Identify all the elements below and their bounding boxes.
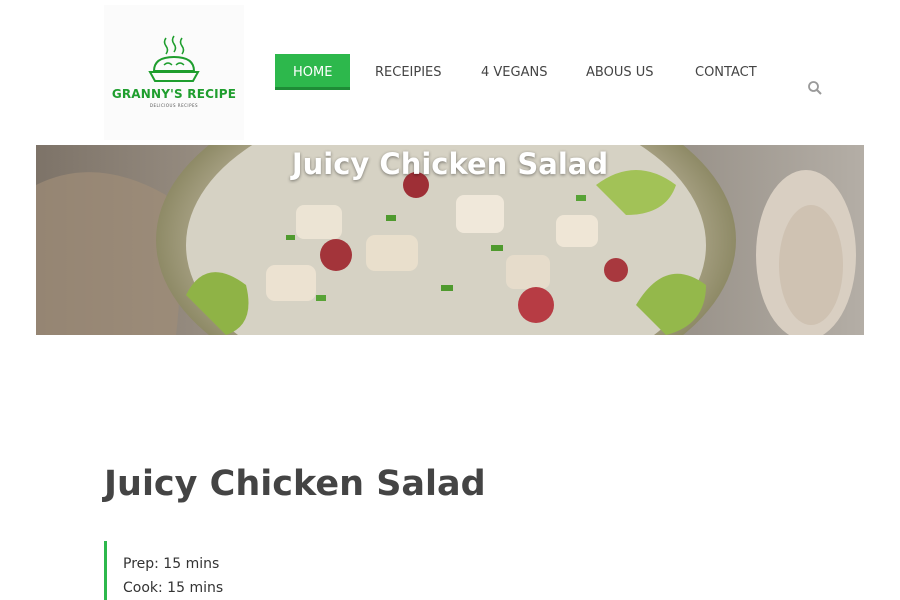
- pie-icon: [148, 35, 200, 82]
- hero-banner: Juicy Chicken Salad: [36, 145, 864, 335]
- nav-receipies[interactable]: RECEIPIES: [375, 54, 442, 90]
- nav-abous-us[interactable]: ABOUS US: [586, 54, 653, 90]
- search-icon[interactable]: [807, 80, 823, 96]
- nav-contact[interactable]: CONTACT: [695, 54, 757, 90]
- nav-home[interactable]: HOME: [275, 54, 351, 90]
- cook-time: Cook: 15 mins: [123, 580, 224, 596]
- recipe-times: Prep: 15 mins Cook: 15 mins: [104, 541, 223, 600]
- prep-time: Prep: 15 mins: [123, 556, 220, 572]
- page-title: Juicy Chicken Salad: [104, 464, 486, 504]
- site-logo[interactable]: GRANNY'S RECIPE DELICIOUS RECIPES: [104, 5, 244, 140]
- logo-subtitle: DELICIOUS RECIPES: [149, 103, 199, 108]
- nav-4-vegans[interactable]: 4 VEGANS: [481, 54, 547, 90]
- site-header: GRANNY'S RECIPE DELICIOUS RECIPES HOME R…: [0, 0, 900, 145]
- hero-title: Juicy Chicken Salad: [291, 147, 609, 181]
- logo-title: GRANNY'S RECIPE: [111, 87, 237, 101]
